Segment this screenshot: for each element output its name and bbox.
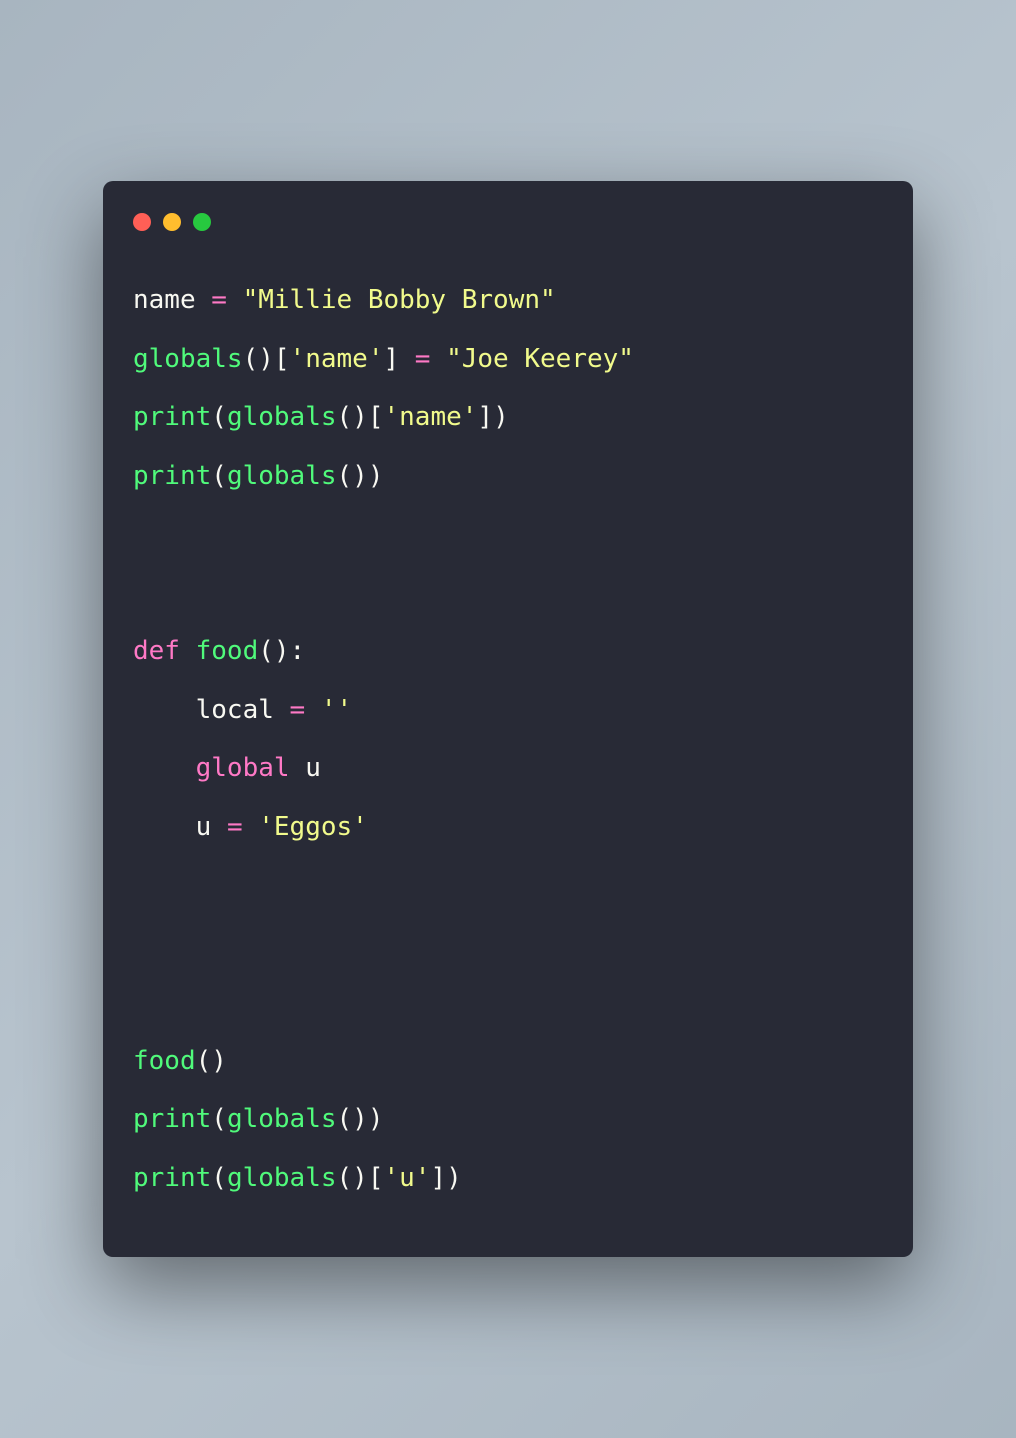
code-content: name = "Millie Bobby Brown" globals()['n…	[103, 271, 913, 1207]
maximize-icon[interactable]	[193, 213, 211, 231]
close-icon[interactable]	[133, 213, 151, 231]
code-line: u = 'Eggos'	[133, 812, 368, 842]
code-line: food()	[133, 1046, 227, 1076]
code-line: local = ''	[133, 695, 352, 725]
code-line: def food():	[133, 636, 305, 666]
code-line: global u	[133, 753, 321, 783]
code-line: name = "Millie Bobby Brown"	[133, 285, 556, 315]
code-line: print(globals()['name'])	[133, 402, 509, 432]
code-line: globals()['name'] = "Joe Keerey"	[133, 344, 634, 374]
minimize-icon[interactable]	[163, 213, 181, 231]
code-line: print(globals())	[133, 1104, 383, 1134]
code-window: name = "Millie Bobby Brown" globals()['n…	[103, 181, 913, 1257]
window-controls	[103, 213, 913, 271]
code-line: print(globals())	[133, 461, 383, 491]
code-line: print(globals()['u'])	[133, 1163, 462, 1193]
